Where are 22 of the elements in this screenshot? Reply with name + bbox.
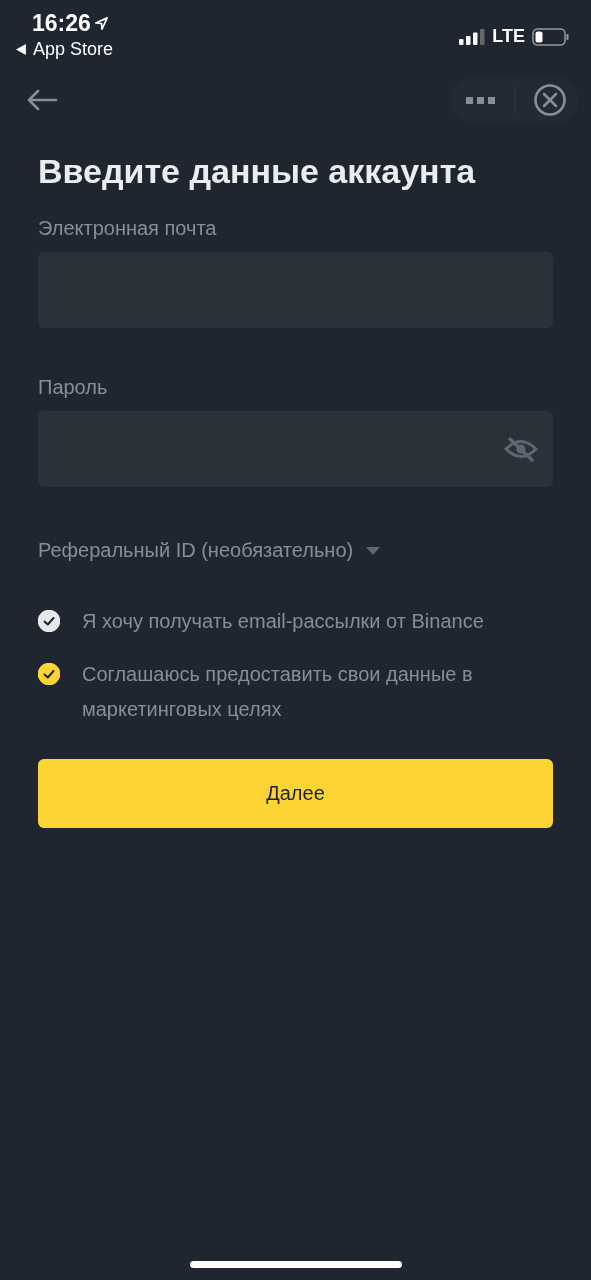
next-button[interactable]: Далее xyxy=(38,759,553,828)
back-triangle-icon[interactable] xyxy=(16,44,27,55)
close-icon[interactable] xyxy=(533,83,567,117)
hidden-eye-icon[interactable] xyxy=(503,436,539,462)
more-icon[interactable] xyxy=(466,95,496,105)
page-title: Введите данные аккаунта xyxy=(38,152,477,191)
dropdown-caret-icon[interactable] xyxy=(365,545,382,556)
field-label: Электронная почта xyxy=(38,217,218,240)
network-label: LTE xyxy=(492,26,525,47)
battery-icon xyxy=(532,27,569,46)
back-arrow-icon[interactable] xyxy=(26,88,58,112)
checkbox[interactable] xyxy=(38,663,60,685)
input-field[interactable] xyxy=(38,411,553,487)
location-arrow-icon xyxy=(93,16,109,31)
signal-icon xyxy=(459,28,486,45)
status-time: 16:26 xyxy=(32,10,91,37)
consent-text: Я хочу получать email-рассылки от Binance xyxy=(82,609,484,634)
referral-toggle[interactable]: Реферальный ID (необязательно) xyxy=(38,539,354,562)
back-to-app-link[interactable]: App Store xyxy=(33,39,114,60)
consent-text: Соглашаюсь предоставить свои данные в маркетинговых целях xyxy=(82,662,474,722)
field-label: Пароль xyxy=(38,376,109,399)
checkbox[interactable] xyxy=(38,610,60,632)
